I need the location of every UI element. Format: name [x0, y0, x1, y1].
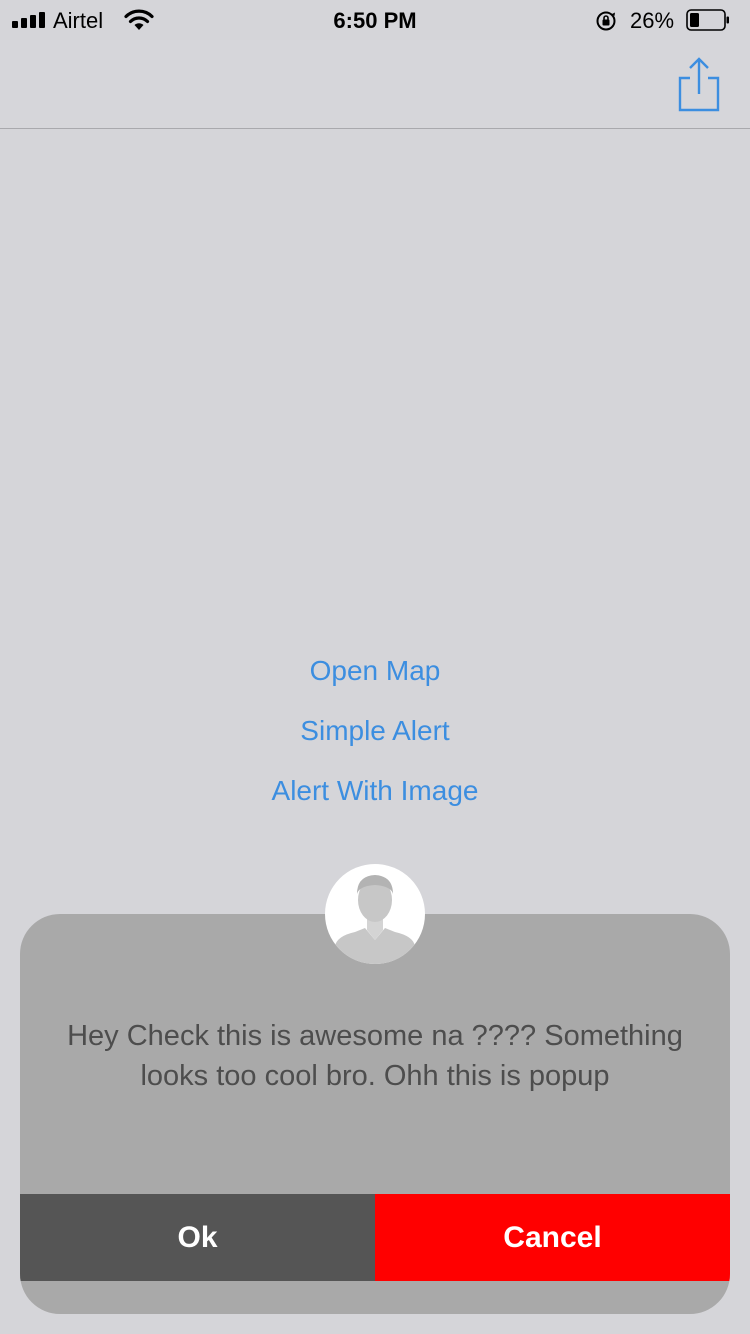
status-bar: Airtel 6:50 PM 26%	[0, 0, 750, 40]
orientation-lock-icon	[596, 11, 616, 31]
ok-button[interactable]: Ok	[20, 1194, 375, 1281]
battery-icon	[686, 9, 729, 31]
simple-alert-link[interactable]: Simple Alert	[0, 715, 750, 747]
alert-with-image-link[interactable]: Alert With Image	[0, 775, 750, 807]
alert-popup: Hey Check this is awesome na ???? Someth…	[20, 914, 730, 1314]
popup-button-row: Ok Cancel	[20, 1194, 730, 1281]
open-map-link[interactable]: Open Map	[0, 655, 750, 687]
navigation-bar	[0, 40, 750, 129]
share-icon[interactable]	[676, 56, 722, 112]
cancel-button[interactable]: Cancel	[375, 1194, 730, 1281]
battery-percent: 26%	[630, 8, 675, 33]
popup-message: Hey Check this is awesome na ???? Someth…	[67, 1020, 683, 1092]
user-avatar-icon	[325, 864, 425, 964]
